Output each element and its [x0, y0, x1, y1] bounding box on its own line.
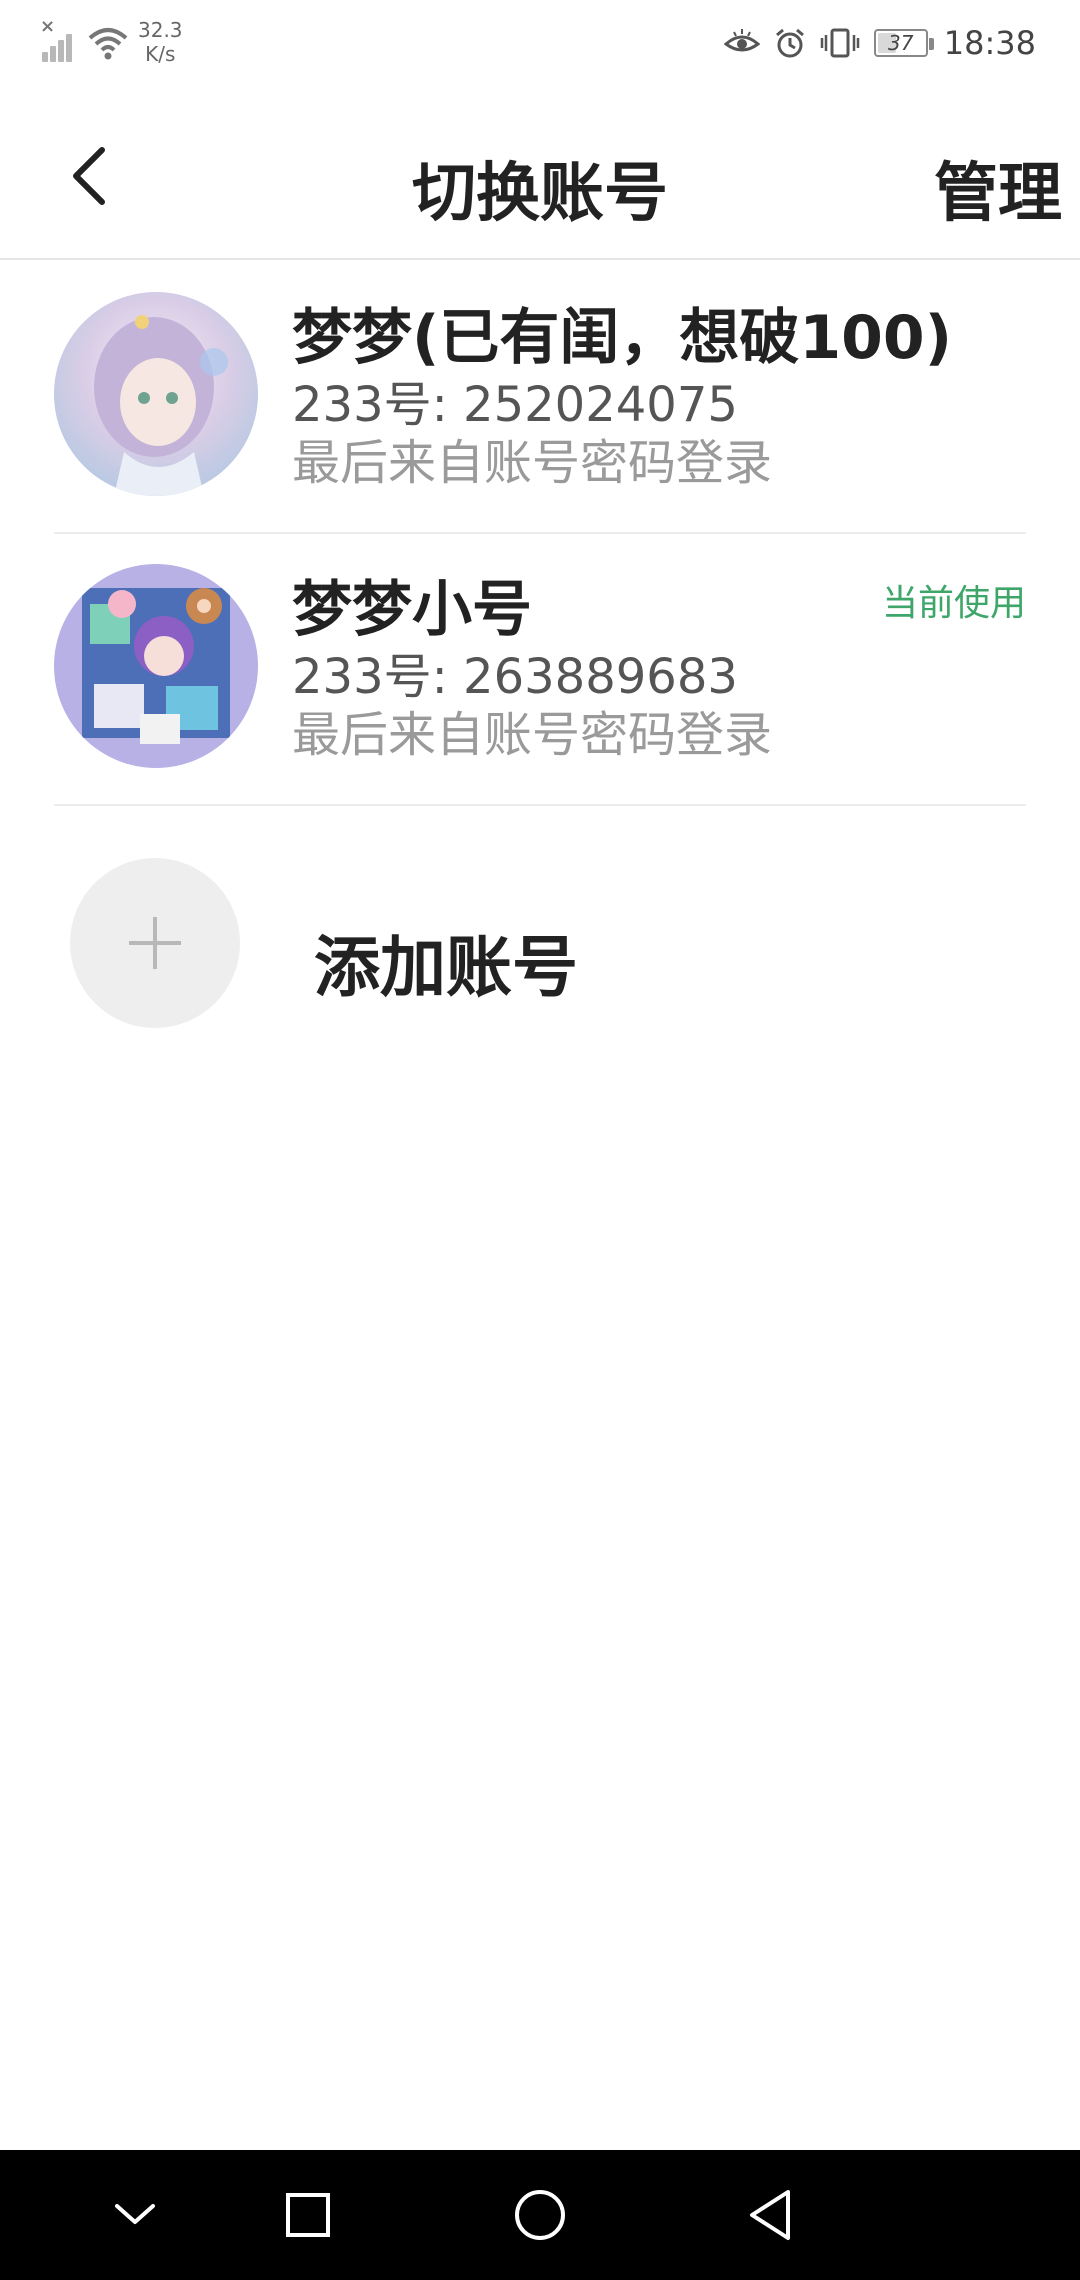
page-title: 切换账号: [412, 157, 668, 231]
back-nav-button[interactable]: [710, 2150, 830, 2280]
home-icon: [515, 2190, 565, 2240]
account-id: 233号: 252024075: [292, 377, 738, 433]
add-account-button[interactable]: 添加账号: [70, 858, 1030, 1028]
account-name: 梦梦(已有闺，想破100): [292, 303, 953, 373]
hide-nav-icon: [115, 2204, 155, 2224]
add-account-circle: [70, 858, 240, 1028]
alarm-icon: [775, 28, 804, 58]
avatar: [54, 292, 258, 496]
status-bar: × 32.3 K/s 37 18:38: [0, 0, 1080, 90]
account-login-method: 最后来自账号密码登录: [292, 707, 773, 763]
account-id: 233号: 263889683: [292, 649, 738, 705]
battery-icon: 37: [873, 29, 934, 57]
network-speed: 32.3 K/s: [138, 18, 183, 66]
header: 切换账号 管理: [0, 100, 1080, 260]
account-list: 梦梦(已有闺，想破100) 233号: 252024075 最后来自账号密码登录…: [0, 262, 1080, 806]
system-nav-bar: [0, 2150, 1080, 2280]
eye-comfort-icon: [723, 29, 760, 52]
recents-button[interactable]: [248, 2150, 368, 2280]
add-account-label: 添加账号: [314, 929, 578, 1006]
plus-icon: [129, 917, 181, 969]
avatar: [54, 564, 258, 768]
network-speed-value: 32.3: [138, 18, 183, 42]
hide-nav-button[interactable]: [75, 2150, 195, 2280]
current-account-badge: 当前使用: [881, 583, 1026, 624]
network-speed-unit: K/s: [145, 42, 176, 66]
recents-icon: [286, 2193, 330, 2237]
account-login-method: 最后来自账号密码登录: [292, 435, 773, 491]
status-time: 18:38: [943, 24, 1036, 62]
account-item[interactable]: 梦梦(已有闺，想破100) 233号: 252024075 最后来自账号密码登录: [54, 262, 1026, 534]
wifi-icon: [88, 28, 128, 60]
signal-no-sim-icon: ×: [40, 16, 76, 62]
manage-button[interactable]: 管理: [934, 142, 1062, 234]
back-icon: [750, 2190, 790, 2240]
vibrate-icon: [820, 28, 860, 58]
home-button[interactable]: [480, 2150, 600, 2280]
battery-level: 37: [888, 31, 914, 55]
account-item[interactable]: 梦梦小号 233号: 263889683 最后来自账号密码登录 当前使用: [54, 534, 1026, 806]
